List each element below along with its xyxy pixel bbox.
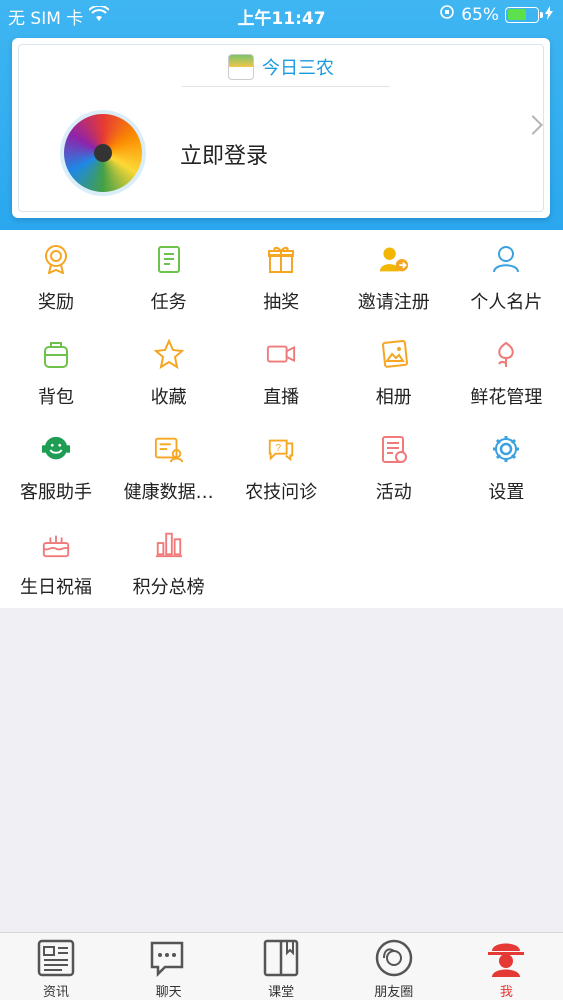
brand: 今日三农	[12, 54, 550, 80]
grid-item-profile-card[interactable]: 个人名片	[450, 230, 562, 325]
grid-item-label: 农技问诊	[245, 482, 318, 503]
svg-text:?: ?	[276, 443, 282, 454]
tab-label: 课堂	[268, 985, 295, 1000]
battery-icon	[505, 6, 543, 23]
feature-grid: 奖励 任务 抽奖 邀请注册 个人名片 背包 收藏 直播 相册 鲜花管理 客服助手 健康数据…? 农技问诊…	[0, 230, 563, 608]
grid-item-label: 邀请注册	[357, 292, 430, 313]
backpack-icon	[41, 339, 71, 369]
grid-item-label: 活动	[375, 482, 412, 503]
video-camera-icon	[266, 339, 296, 369]
flower-icon	[491, 339, 521, 369]
health-data-icon	[154, 434, 184, 464]
tab-label: 聊天	[155, 985, 182, 1000]
login-card[interactable]: 今日三农 立即登录	[12, 38, 550, 218]
customer-service-icon	[41, 434, 71, 464]
grid-item-label: 收藏	[150, 387, 187, 408]
grid-item-backpack[interactable]: 背包	[0, 325, 112, 420]
gear-icon	[491, 434, 521, 464]
grid-item-star[interactable]: 收藏	[113, 325, 225, 420]
grid-item-label: 生日祝福	[20, 577, 92, 598]
tab-label: 朋友圈	[374, 985, 414, 1000]
star-icon	[153, 339, 184, 369]
tab-label: 我	[499, 985, 513, 1000]
divider	[182, 86, 390, 87]
battery-percent: 65%	[461, 4, 499, 25]
me-icon	[486, 937, 526, 979]
grid-item-label: 积分总榜	[132, 577, 205, 598]
tab-book[interactable]: 课堂	[225, 933, 337, 1000]
book-icon	[261, 937, 301, 979]
tab-bar: 资讯 聊天 课堂 朋友圈 我	[0, 932, 563, 1000]
grid-item-label: 个人名片	[470, 292, 543, 313]
grid-item-label: 抽奖	[263, 292, 300, 313]
grid-item-video-camera[interactable]: 直播	[225, 325, 337, 420]
tab-chat[interactable]: 聊天	[113, 933, 225, 1000]
grid-item-gear[interactable]: 设置	[450, 420, 562, 515]
consult-icon: ?	[266, 434, 296, 464]
gift-icon	[266, 244, 296, 274]
grid-item-photo-album[interactable]: 相册	[338, 325, 450, 420]
grid-item-flower[interactable]: 鲜花管理	[450, 325, 562, 420]
tab-moments[interactable]: 朋友圈	[338, 933, 450, 1000]
brand-logo-icon	[228, 54, 254, 80]
tab-me[interactable]: 我	[450, 933, 562, 1000]
grid-item-birthday-cake[interactable]: 生日祝福	[0, 515, 112, 610]
grid-item-health-data[interactable]: 健康数据…	[113, 420, 225, 515]
rotation-lock-icon	[439, 4, 455, 25]
grid-item-label: 鲜花管理	[470, 387, 543, 408]
award-icon	[41, 244, 71, 274]
tab-news[interactable]: 资讯	[0, 933, 112, 1000]
grid-item-label: 直播	[263, 387, 300, 408]
birthday-cake-icon	[41, 529, 71, 559]
grid-item-activity[interactable]: 活动	[338, 420, 450, 515]
charging-icon	[545, 5, 553, 25]
grid-item-label: 背包	[38, 387, 74, 408]
grid-item-consult[interactable]: ? 农技问诊	[225, 420, 337, 515]
photo-album-icon	[379, 339, 409, 369]
grid-item-gift[interactable]: 抽奖	[225, 230, 337, 325]
grid-item-label: 任务	[150, 292, 187, 313]
activity-icon	[379, 434, 409, 464]
brand-name: 今日三农	[262, 58, 334, 79]
profile-card-icon	[491, 244, 521, 274]
grid-item-label: 设置	[488, 482, 525, 503]
grid-item-label: 相册	[375, 387, 412, 408]
grid-item-invite-user[interactable]: 邀请注册	[338, 230, 450, 325]
grid-item-leaderboard[interactable]: 积分总榜	[113, 515, 225, 610]
grid-item-customer-service[interactable]: 客服助手	[0, 420, 112, 515]
login-button[interactable]: 立即登录	[180, 138, 268, 170]
news-icon	[36, 937, 76, 979]
status-bar: 无 SIM 卡 上午11:47 65%	[0, 0, 563, 30]
grid-item-task[interactable]: 任务	[113, 230, 225, 325]
chat-icon	[149, 937, 189, 979]
invite-user-icon	[379, 244, 409, 274]
grid-item-label: 客服助手	[20, 482, 92, 503]
grid-item-label: 奖励	[38, 292, 74, 313]
task-icon	[154, 244, 184, 274]
grid-item-award[interactable]: 奖励	[0, 230, 112, 325]
leaderboard-icon	[154, 529, 184, 559]
grid-item-label: 健康数据…	[123, 482, 214, 503]
avatar[interactable]	[60, 110, 146, 196]
moments-icon	[374, 937, 414, 979]
tab-label: 资讯	[42, 985, 69, 1000]
